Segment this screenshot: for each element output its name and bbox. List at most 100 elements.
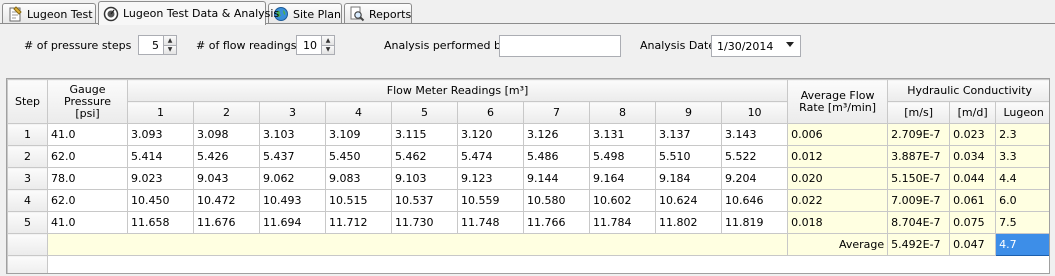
flow-reading-cell[interactable]: 9.023 [127,167,194,190]
flow-reading-cell[interactable]: 3.120 [457,123,524,146]
analysis-date-value: 1/30/2014 [717,39,774,53]
tab-lugeon-test-data-analysis[interactable]: Lugeon Test Data & Analysis [98,1,279,25]
flow-reading-cell[interactable]: 3.098 [193,123,260,146]
pressure-steps-spinner[interactable]: 5 ▲ ▼ [138,35,177,55]
flow-reading-cell[interactable]: 3.137 [655,123,722,146]
flow-reading-cell[interactable]: 9.083 [325,167,392,190]
flow-reading-cell[interactable]: 10.624 [655,189,722,212]
flow-reading-cell[interactable]: 9.184 [655,167,722,190]
analysis-date-label: Analysis Date [640,39,716,52]
flow-reading-cell[interactable]: 3.126 [523,123,590,146]
flow-reading-cell[interactable]: 3.109 [325,123,392,146]
flow-reading-cell[interactable]: 5.414 [127,145,194,168]
tab-label: Site Plan [293,7,342,21]
row-step-number: 3 [7,167,48,190]
flow-reading-cell[interactable]: 5.462 [391,145,458,168]
flow-reading-cell[interactable]: 11.730 [391,211,458,234]
flow-reading-cell[interactable]: 11.819 [720,211,789,234]
flow-reading-cell[interactable]: 3.143 [720,123,789,146]
flow-reading-cell[interactable]: 10.472 [193,189,260,212]
average-flow-rate-cell: 0.006 [787,123,889,146]
pressure-steps-value[interactable]: 5 [138,35,164,55]
flow-reading-cell[interactable]: 11.748 [457,211,524,234]
gauge-pressure-cell[interactable]: 62.0 [47,145,128,168]
average-row: Average 5.492E-7 0.047 4.7 [7,233,1049,256]
col-header-reading-5: 5 [391,101,458,124]
lugeon-cell: 7.5 [995,211,1049,234]
average-flow-rate-cell: 0.020 [787,167,889,190]
gauge-pressure-cell[interactable]: 41.0 [47,123,128,146]
flow-readings-spinner[interactable]: 10 ▲ ▼ [296,35,335,55]
flow-reading-cell[interactable]: 3.115 [391,123,458,146]
average-flow-rate-cell: 0.018 [787,211,889,234]
flow-reading-cell[interactable]: 5.474 [457,145,524,168]
tab-reports[interactable]: Reports [344,3,412,24]
flow-reading-cell[interactable]: 10.602 [589,189,656,212]
chevron-down-icon[interactable] [786,42,794,47]
flow-reading-cell[interactable]: 9.164 [589,167,656,190]
flow-reading-cell[interactable]: 10.537 [391,189,458,212]
col-header-step: Step [7,79,48,124]
flow-reading-cell[interactable]: 9.062 [259,167,326,190]
flow-reading-cell[interactable]: 11.676 [193,211,260,234]
gauge-pressure-cell[interactable]: 62.0 [47,189,128,212]
flow-reading-cell[interactable]: 10.559 [457,189,524,212]
flow-reading-cell[interactable]: 3.103 [259,123,326,146]
analysis-performed-by-input[interactable] [499,35,621,57]
flow-readings-value[interactable]: 10 [296,35,322,55]
flow-reading-cell[interactable]: 11.694 [259,211,326,234]
flow-reading-cell[interactable]: 10.515 [325,189,392,212]
flow-reading-cell[interactable]: 9.144 [523,167,590,190]
flow-reading-cell[interactable]: 11.784 [589,211,656,234]
col-header-reading-7: 7 [523,101,590,124]
table-row[interactable]: 5 41.0 11.658 11.676 11.694 11.712 11.730 11.74… [7,211,1049,234]
col-header-hc-lugeon: Lugeon [995,101,1049,124]
analysis-performed-by-label: Analysis performed by [384,39,508,52]
table-row[interactable]: 3 78.0 9.023 9.043 9.062 9.083 9.103 9.123 9.144… [7,167,1049,190]
tab-bar: Lugeon Test Lugeon Test Data & Analysis … [0,0,1055,26]
flow-reading-cell[interactable]: 11.802 [655,211,722,234]
flow-reading-cell[interactable]: 9.043 [193,167,260,190]
empty-row [7,255,1049,273]
tab-lugeon-test[interactable]: Lugeon Test [2,3,96,24]
table-row[interactable]: 4 62.0 10.450 10.472 10.493 10.515 10.537 10.55… [7,189,1049,212]
gauge-pressure-cell[interactable]: 78.0 [47,167,128,190]
flow-reading-cell[interactable]: 5.510 [655,145,722,168]
spin-down-icon[interactable]: ▼ [322,45,335,55]
average-md-cell: 0.047 [949,233,997,256]
flow-reading-cell[interactable]: 9.204 [720,167,789,190]
spin-down-icon[interactable]: ▼ [164,45,177,55]
flow-reading-cell[interactable]: 10.646 [720,189,789,212]
flow-reading-cell[interactable]: 3.093 [127,123,194,146]
pressure-steps-label: # of pressure steps [24,39,132,52]
flow-reading-cell[interactable]: 5.426 [193,145,260,168]
flow-reading-cell[interactable]: 9.123 [457,167,524,190]
average-lugeon-cell[interactable]: 4.7 [995,233,1049,256]
flow-reading-cell[interactable]: 11.766 [523,211,590,234]
gauge-icon [103,6,119,22]
col-header-hc-md: [m/d] [949,101,997,124]
table-row[interactable]: 2 62.0 5.414 5.426 5.437 5.450 5.462 5.474 5.486… [7,145,1049,168]
flow-reading-cell[interactable]: 5.437 [259,145,326,168]
spin-up-icon[interactable]: ▲ [164,35,177,46]
table-row[interactable]: 1 41.0 3.093 3.098 3.103 3.109 3.115 3.120 3.126… [7,123,1049,146]
flow-reading-cell[interactable]: 9.103 [391,167,458,190]
hc-ms-cell: 5.150E-7 [887,167,951,190]
analysis-date-picker[interactable]: 1/30/2014 [711,35,801,57]
flow-reading-cell[interactable]: 11.712 [325,211,392,234]
spin-up-icon[interactable]: ▲ [322,35,335,46]
flow-reading-cell[interactable]: 5.522 [720,145,789,168]
flow-reading-cell[interactable]: 5.450 [325,145,392,168]
flow-reading-cell[interactable]: 3.131 [589,123,656,146]
tab-label: Reports [369,7,412,21]
flow-reading-cell[interactable]: 11.658 [127,211,194,234]
row-step-number: 5 [7,211,48,234]
flow-reading-cell[interactable]: 10.580 [523,189,590,212]
flow-reading-cell[interactable]: 5.486 [523,145,590,168]
row-step-number: 1 [7,123,48,146]
flow-reading-cell[interactable]: 5.498 [589,145,656,168]
gauge-pressure-cell[interactable]: 41.0 [47,211,128,234]
col-header-reading-1: 1 [127,101,194,124]
flow-reading-cell[interactable]: 10.450 [127,189,194,212]
flow-reading-cell[interactable]: 10.493 [259,189,326,212]
